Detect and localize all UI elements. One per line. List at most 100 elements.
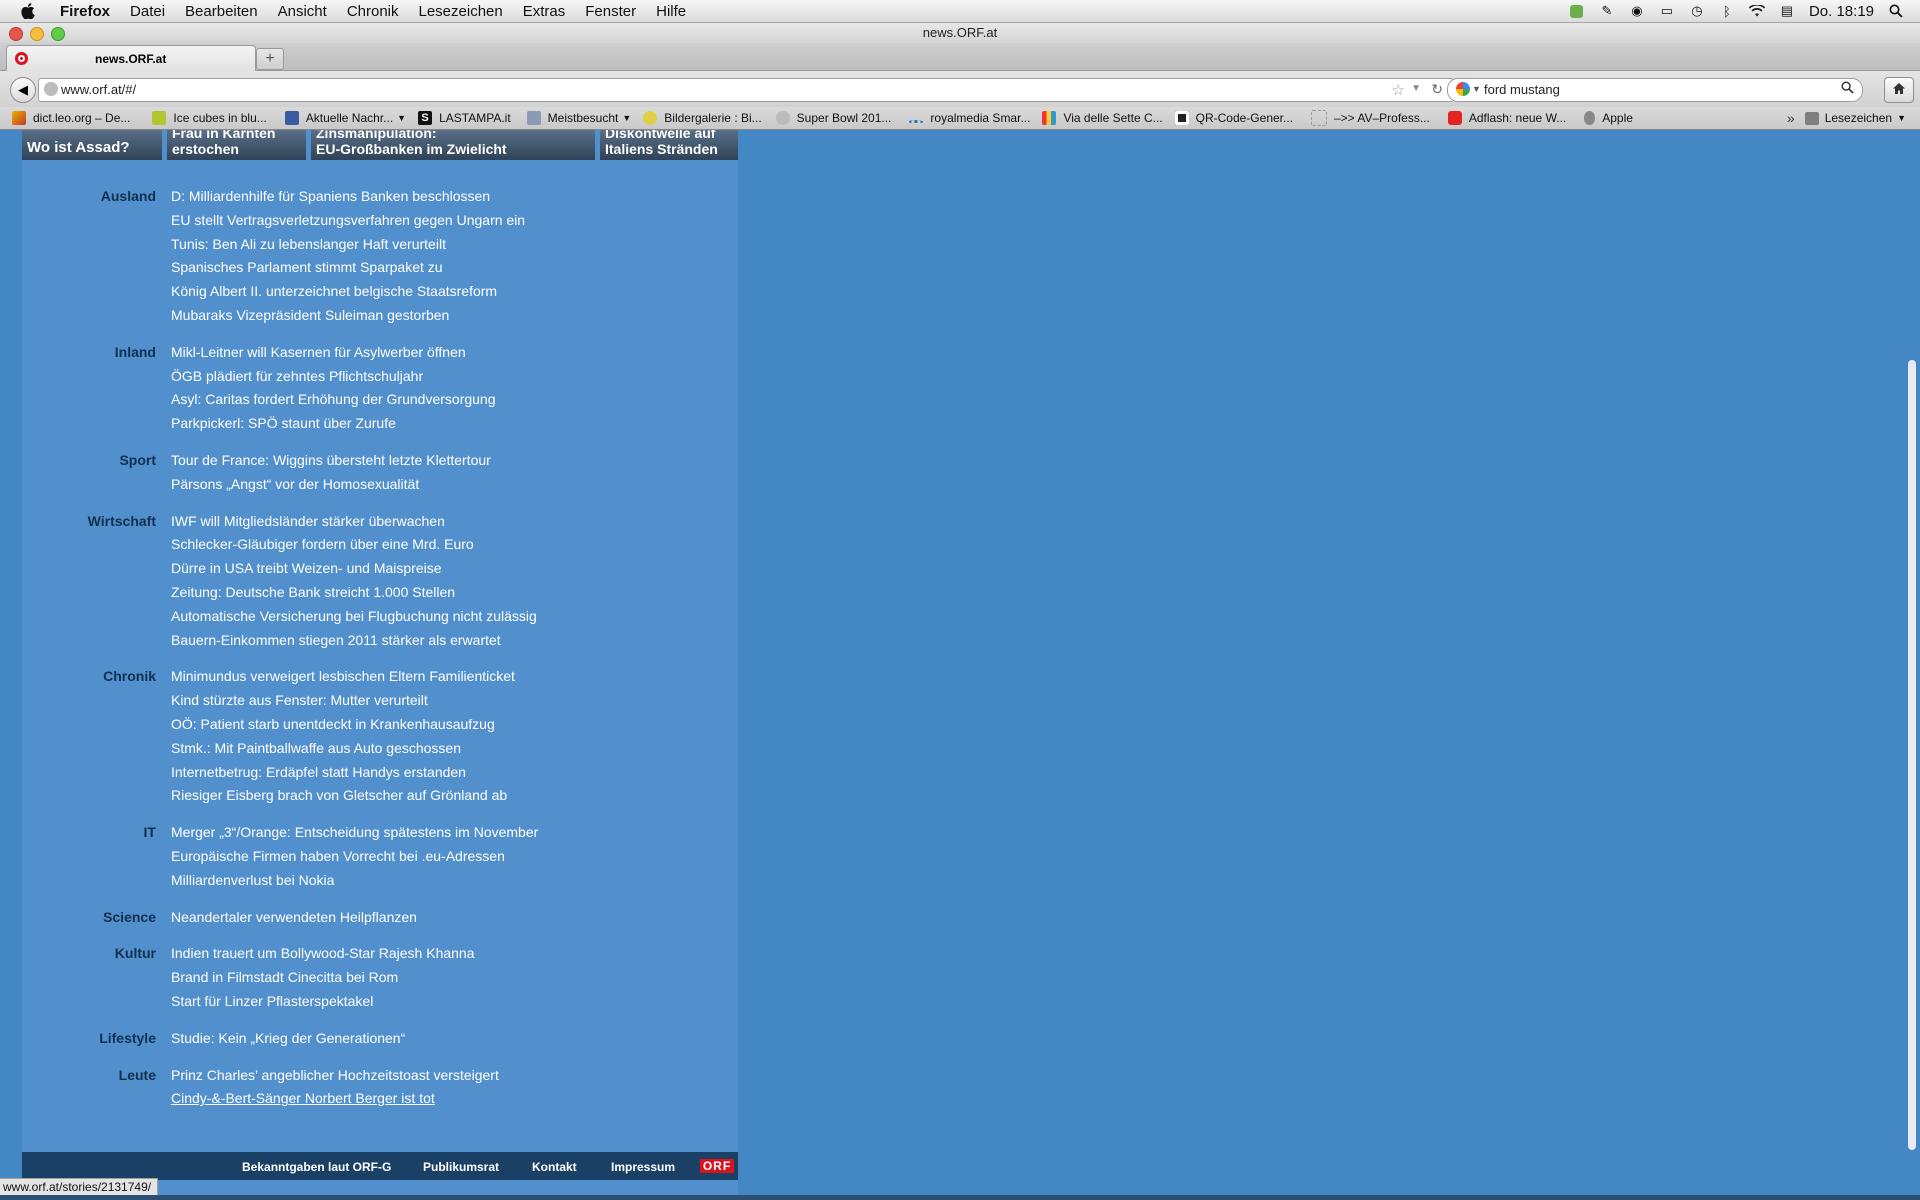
wifi-icon[interactable] bbox=[1748, 4, 1765, 18]
news-headline-link[interactable]: Automatische Versicherung bei Flugbuchun… bbox=[171, 608, 537, 624]
teaser-frau-in-kaernten[interactable]: Frau in Kärnten erstochen bbox=[167, 130, 306, 160]
bluetooth-icon[interactable]: ᛒ bbox=[1719, 4, 1735, 19]
news-headline-link[interactable]: Zeitung: Deutsche Bank streicht 1.000 St… bbox=[171, 584, 455, 600]
menu-bearbeiten[interactable]: Bearbeiten bbox=[175, 3, 268, 20]
news-headline-link[interactable]: Tour de France: Wiggins übersteht letzte… bbox=[171, 452, 491, 468]
clock[interactable]: Do. 18:19 bbox=[1809, 3, 1874, 20]
news-headline-link[interactable]: Kind stürzte aus Fenster: Mutter verurte… bbox=[171, 692, 428, 708]
apple-menu-icon[interactable] bbox=[18, 2, 38, 20]
news-headline-link[interactable]: Studie: Kein „Krieg der Generationen“ bbox=[171, 1030, 405, 1046]
news-headline-link[interactable]: Internetbetrug: Erdäpfel statt Handys er… bbox=[171, 764, 466, 780]
bookmarks-menu-button[interactable]: Lesezeichen ▼ bbox=[1804, 111, 1906, 125]
bookmark-lastampa[interactable]: S LASTAMPA.it bbox=[418, 111, 511, 125]
news-headline-link[interactable]: Prinz Charles’ angeblicher Hochzeitstoas… bbox=[171, 1067, 499, 1083]
display-icon[interactable]: ▭ bbox=[1659, 3, 1675, 18]
news-headline-link[interactable]: ÖGB plädiert für zehntes Pflichtschuljah… bbox=[171, 368, 423, 384]
bookmark-qr-code[interactable]: QR-Code-Gener... bbox=[1174, 111, 1293, 125]
news-headline-link[interactable]: Indien trauert um Bollywood-Star Rajesh … bbox=[171, 945, 475, 961]
url-input[interactable] bbox=[61, 79, 1361, 99]
back-button[interactable]: ◀ bbox=[10, 77, 36, 103]
section-heading-lifestyle[interactable]: Lifestyle bbox=[22, 1030, 156, 1046]
news-headline-link[interactable]: Dürre in USA treibt Weizen- und Maisprei… bbox=[171, 560, 442, 576]
url-history-dropdown-icon[interactable]: ▼ bbox=[1411, 83, 1421, 94]
news-headline-link[interactable]: Bauern-Einkommen stiegen 2011 stärker al… bbox=[171, 632, 501, 648]
news-headline-link[interactable]: Mikl-Leitner will Kasernen für Asylwerbe… bbox=[171, 344, 466, 360]
news-headline-link[interactable]: Schlecker-Gläubiger fordern über eine Mr… bbox=[171, 536, 474, 552]
home-button[interactable] bbox=[1884, 77, 1914, 103]
eye-icon[interactable]: ◉ bbox=[1629, 3, 1645, 18]
reload-icon[interactable]: ↻ bbox=[1431, 81, 1443, 98]
section-heading-sport[interactable]: Sport bbox=[22, 452, 156, 468]
close-window-button[interactable] bbox=[9, 27, 23, 41]
news-headline-link[interactable]: IWF will Mitgliedsländer stärker überwac… bbox=[171, 513, 445, 529]
time-machine-icon[interactable]: ◷ bbox=[1689, 3, 1705, 18]
news-headline-link[interactable]: Stmk.: Mit Paintballwaffe aus Auto gesch… bbox=[171, 740, 461, 756]
url-bar[interactable]: ☆ ▼ ↻ bbox=[38, 78, 1454, 102]
teaser-zinsmanipulation[interactable]: Zinsmanipulation: EU-Großbanken im Zwiel… bbox=[311, 130, 595, 160]
footer-link-bekanntgaben[interactable]: Bekanntgaben laut ORF-G bbox=[242, 1160, 391, 1174]
news-headline-link[interactable]: Europäische Firmen haben Vorrecht bei .e… bbox=[171, 848, 505, 864]
keyboard-flag-icon[interactable]: ▤ bbox=[1779, 3, 1795, 18]
news-headline-link[interactable]: Brand in Filmstadt Cinecitta bei Rom bbox=[171, 969, 398, 985]
evernote-icon[interactable] bbox=[1569, 4, 1585, 18]
google-engine-icon[interactable] bbox=[1456, 82, 1470, 96]
tab-news-orf[interactable]: news.ORF.at bbox=[6, 45, 256, 71]
site-identity-icon[interactable] bbox=[44, 82, 58, 96]
news-headline-link[interactable]: EU stellt Vertragsverletzungsverfahren g… bbox=[171, 212, 525, 228]
footer-link-impressum[interactable]: Impressum bbox=[611, 1160, 675, 1174]
section-heading-kultur[interactable]: Kultur bbox=[22, 945, 156, 961]
news-headline-link[interactable]: Riesiger Eisberg brach von Gletscher auf… bbox=[171, 787, 507, 803]
search-icon[interactable] bbox=[1841, 81, 1854, 97]
footer-link-publikumsrat[interactable]: Publikumsrat bbox=[423, 1160, 499, 1174]
spotlight-search-icon[interactable] bbox=[1888, 4, 1904, 18]
bookmark-dict-leo[interactable]: dict.leo.org – De... bbox=[12, 111, 130, 125]
bookmark-star-icon[interactable]: ☆ bbox=[1392, 81, 1405, 99]
teaser-wo-ist-assad[interactable]: Wo ist Assad? bbox=[22, 130, 162, 160]
section-heading-inland[interactable]: Inland bbox=[22, 344, 156, 360]
news-headline-link[interactable]: Neandertaler verwendeten Heilpflanzen bbox=[171, 909, 417, 925]
news-headline-link[interactable]: Cindy-&-Bert-Sänger Norbert Berger ist t… bbox=[171, 1090, 435, 1106]
bookmark-aktuelle-nachrichten[interactable]: Aktuelle Nachr... ▼ bbox=[284, 111, 406, 125]
news-headline-link[interactable]: Asyl: Caritas fordert Erhöhung der Grund… bbox=[171, 391, 496, 407]
news-headline-link[interactable]: Start für Linzer Pflasterspektakel bbox=[171, 993, 373, 1009]
bookmark-bildergalerie[interactable]: Bildergalerie : Bi... bbox=[643, 111, 762, 125]
orf-logo[interactable]: ORF bbox=[700, 1159, 734, 1173]
bookmark-adflash[interactable]: Adflash: neue W... bbox=[1447, 111, 1566, 125]
minimize-window-button[interactable] bbox=[30, 27, 44, 41]
section-heading-science[interactable]: Science bbox=[22, 909, 156, 925]
news-headline-link[interactable]: Minimundus verweigert lesbischen Eltern … bbox=[171, 668, 515, 684]
more-bookmarks-chevron-icon[interactable]: » bbox=[1787, 110, 1795, 126]
news-headline-link[interactable]: Mubaraks Vizepräsident Suleiman gestorbe… bbox=[171, 307, 449, 323]
menu-chronik[interactable]: Chronik bbox=[337, 3, 409, 20]
menu-datei[interactable]: Datei bbox=[120, 3, 175, 20]
news-headline-link[interactable]: Parkpickerl: SPÖ staunt über Zurufe bbox=[171, 415, 396, 431]
menu-ansicht[interactable]: Ansicht bbox=[268, 3, 337, 20]
vertical-scrollbar[interactable] bbox=[1904, 130, 1920, 1195]
bookmark-apple[interactable]: Apple bbox=[1584, 111, 1633, 125]
menu-hilfe[interactable]: Hilfe bbox=[646, 3, 696, 20]
bookmark-via-delle-sette[interactable]: Via delle Sette C... bbox=[1042, 111, 1163, 125]
bookmark-super-bowl[interactable]: Super Bowl 201... bbox=[775, 111, 891, 125]
news-headline-link[interactable]: OÖ: Patient starb unentdeckt in Krankenh… bbox=[171, 716, 495, 732]
bookmark-royalmedia[interactable]: royalmedia Smar... bbox=[909, 111, 1030, 125]
section-heading-leute[interactable]: Leute bbox=[22, 1067, 156, 1083]
news-headline-link[interactable]: Merger „3“/Orange: Entscheidung späteste… bbox=[171, 824, 538, 840]
engine-dropdown-icon[interactable]: ▼ bbox=[1472, 84, 1481, 94]
bookmark-av-profess[interactable]: –>> AV–Profess... bbox=[1311, 110, 1430, 126]
news-headline-link[interactable]: König Albert II. unterzeichnet belgische… bbox=[171, 283, 497, 299]
zoom-window-button[interactable] bbox=[51, 27, 65, 41]
teaser-diskontwelle[interactable]: Diskontwelle auf Italiens Stränden bbox=[600, 130, 738, 160]
section-heading-it[interactable]: IT bbox=[22, 824, 156, 840]
footer-link-kontakt[interactable]: Kontakt bbox=[532, 1160, 577, 1174]
bookmark-ice-cubes[interactable]: Ice cubes in blu... bbox=[152, 111, 267, 125]
menu-lesezeichen[interactable]: Lesezeichen bbox=[409, 3, 513, 20]
news-headline-link[interactable]: Milliardenverlust bei Nokia bbox=[171, 872, 334, 888]
section-heading-wirtschaft[interactable]: Wirtschaft bbox=[22, 513, 156, 529]
search-input[interactable] bbox=[1484, 79, 1824, 99]
menu-firefox[interactable]: Firefox bbox=[50, 3, 120, 20]
scrollbar-thumb[interactable] bbox=[1908, 360, 1916, 1150]
menu-extras[interactable]: Extras bbox=[513, 3, 576, 20]
search-bar[interactable]: ▼ bbox=[1447, 78, 1863, 102]
section-heading-chronik[interactable]: Chronik bbox=[22, 668, 156, 684]
news-headline-link[interactable]: Tunis: Ben Ali zu lebenslanger Haft veru… bbox=[171, 236, 446, 252]
